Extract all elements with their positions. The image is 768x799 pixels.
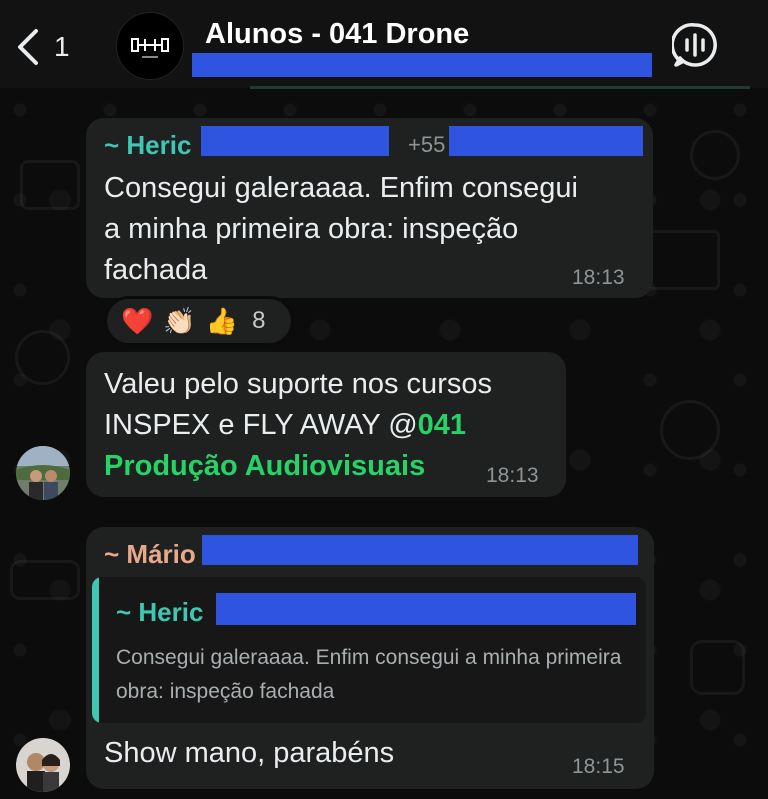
mention-link[interactable]: Produção Audiovisuais — [104, 450, 425, 482]
back-button[interactable]: 1 — [14, 26, 84, 68]
message-text: Valeu pelo suporte nos cursos INSPEX e F… — [104, 368, 492, 482]
message-text: Show mano, parabéns — [104, 737, 395, 769]
quoted-message[interactable]: ~ Heric Consegui galeraaaa. Enfim conseg… — [92, 577, 646, 723]
message-text: Consegui galeraaaa. Enfim consegui a min… — [104, 172, 578, 286]
chat-header: 1 Alunos - 041 Drone — [0, 0, 768, 88]
sender-name[interactable]: ~ Heric — [104, 130, 191, 161]
message-time: 18:13 — [572, 266, 625, 289]
group-avatar[interactable] — [116, 12, 184, 80]
reaction-count: 8 — [252, 307, 266, 334]
quoted-text: Consegui galeraaaa. Enfim consegui a min… — [116, 646, 622, 703]
message-bubble[interactable]: Valeu pelo suporte nos cursos INSPEX e F… — [86, 352, 566, 497]
message-bubble[interactable]: ~ Heric +55 Consegui galeraaaa. Enfim co… — [86, 118, 653, 298]
redacted-phone — [449, 126, 643, 156]
redacted-subtitle — [192, 53, 652, 77]
chevron-left-icon — [18, 29, 38, 65]
quote-accent-bar — [92, 577, 99, 723]
group-title[interactable]: Alunos - 041 Drone — [205, 18, 469, 51]
mention-link[interactable]: 041 — [418, 409, 466, 441]
sender-name[interactable]: ~ Mário — [104, 539, 196, 570]
header-divider — [250, 86, 750, 89]
sender-avatar[interactable] — [16, 446, 70, 500]
voice-chat-icon[interactable] — [672, 22, 718, 68]
sender-phone-prefix: +55 — [408, 132, 446, 157]
redacted-name — [201, 126, 389, 156]
message-time: 18:13 — [486, 464, 539, 487]
clap-reaction-icon: 👏🏻 — [163, 305, 196, 336]
drone-logo-icon — [131, 38, 169, 58]
reactions-bar[interactable]: ❤️ 👏🏻 👍 8 — [104, 296, 294, 346]
heart-reaction-icon: ❤️ — [121, 305, 154, 336]
message-time: 18:15 — [572, 755, 625, 778]
unread-count: 1 — [54, 31, 70, 62]
redacted-name — [202, 535, 638, 565]
sender-avatar[interactable] — [16, 738, 70, 792]
quoted-sender: ~ Heric — [116, 597, 204, 627]
redacted-name — [216, 593, 636, 625]
thumbs-up-reaction-icon: 👍 — [205, 305, 239, 336]
